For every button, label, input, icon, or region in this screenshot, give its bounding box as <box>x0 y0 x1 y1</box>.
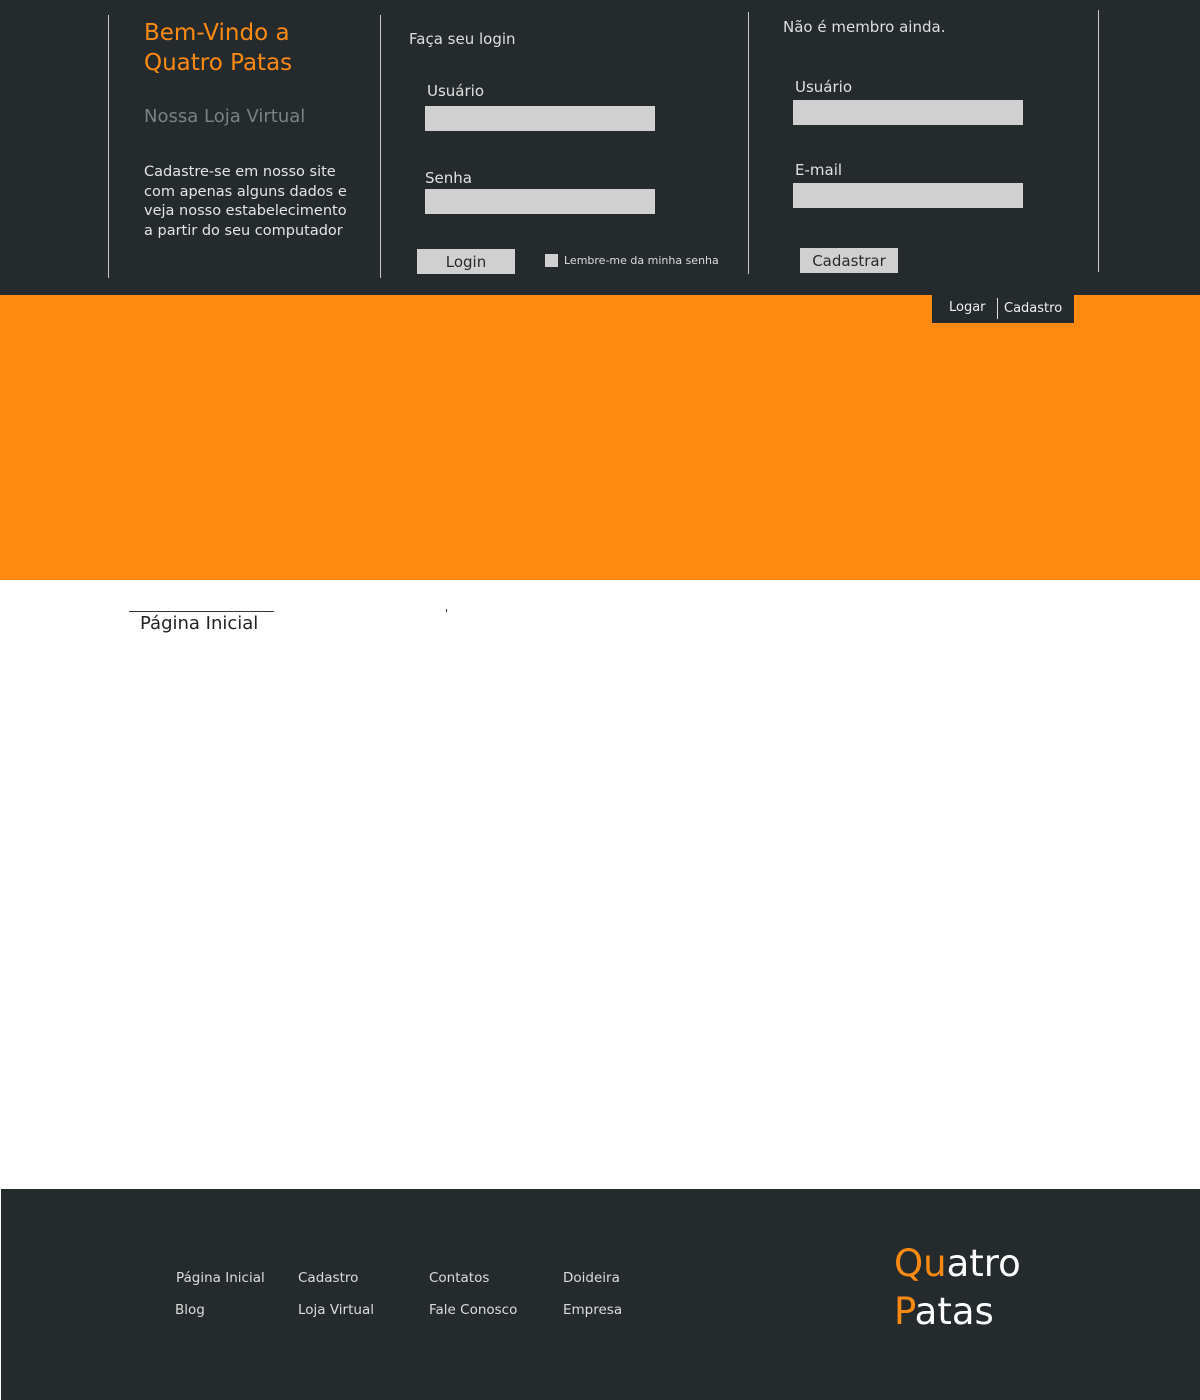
footer-logo-line2-rest: atas <box>914 1290 994 1333</box>
welcome-title: Bem-Vindo a Quatro Patas <box>144 18 364 78</box>
auth-tab-bar: Logar Cadastro <box>932 295 1074 323</box>
footer-link-contatos[interactable]: Contatos <box>429 1270 489 1286</box>
remember-me-checkbox[interactable] <box>545 254 558 267</box>
footer-logo-line2-accent: P <box>894 1290 915 1333</box>
tab-cadastro[interactable]: Cadastro <box>1004 301 1062 316</box>
register-user-label: Usuário <box>795 78 853 96</box>
footer-link-blog[interactable]: Blog <box>175 1302 205 1318</box>
login-heading: Faça seu login <box>409 30 516 48</box>
register-email-label: E-mail <box>795 161 843 179</box>
register-heading: Não é membro ainda. <box>783 18 946 36</box>
footer-logo-line1: Quatro <box>894 1240 1021 1288</box>
remember-me[interactable]: Lembre-me da minha senha <box>545 254 719 267</box>
footer-link-fale-conosco[interactable]: Fale Conosco <box>429 1302 517 1318</box>
hero-banner <box>0 295 1200 580</box>
welcome-title-line1: Bem-Vindo a <box>144 20 290 46</box>
login-button[interactable]: Login <box>417 249 515 274</box>
footer-link-cadastro[interactable]: Cadastro <box>298 1270 358 1286</box>
page-title: Página Inicial <box>140 613 259 634</box>
footer-link-loja-virtual[interactable]: Loja Virtual <box>298 1302 374 1318</box>
store-subtitle: Nossa Loja Virtual <box>144 106 306 127</box>
panel-divider-right <box>748 12 749 274</box>
panel-divider-middle <box>380 15 381 278</box>
tab-logar[interactable]: Logar <box>949 300 986 315</box>
footer-logo-line2: Patas <box>894 1288 1021 1336</box>
welcome-title-line2: Quatro Patas <box>144 50 293 76</box>
panel-divider-end <box>1098 10 1099 272</box>
login-user-label: Usuário <box>427 82 485 100</box>
footer-logo-line1-accent: Qu <box>894 1242 947 1285</box>
footer-link-doideira[interactable]: Doideira <box>563 1270 620 1286</box>
footer-logo: Quatro Patas <box>894 1240 1021 1336</box>
remember-me-label: Lembre-me da minha senha <box>564 254 719 267</box>
page-title-rule <box>129 611 274 612</box>
login-password-input[interactable] <box>425 189 655 214</box>
footer-logo-line1-rest: atro <box>946 1242 1021 1285</box>
register-button[interactable]: Cadastrar <box>800 248 898 273</box>
page-title-rule-end <box>446 609 447 612</box>
tab-separator <box>997 298 998 319</box>
login-user-input[interactable] <box>425 106 655 131</box>
register-email-input[interactable] <box>793 183 1023 208</box>
footer-link-empresa[interactable]: Empresa <box>563 1302 622 1318</box>
welcome-description: Cadastre-se em nosso site com apenas alg… <box>144 164 347 239</box>
panel-divider-left <box>108 15 109 278</box>
login-password-label: Senha <box>425 169 472 187</box>
footer-link-pagina-inicial[interactable]: Página Inicial <box>176 1270 265 1286</box>
register-user-input[interactable] <box>793 100 1023 125</box>
